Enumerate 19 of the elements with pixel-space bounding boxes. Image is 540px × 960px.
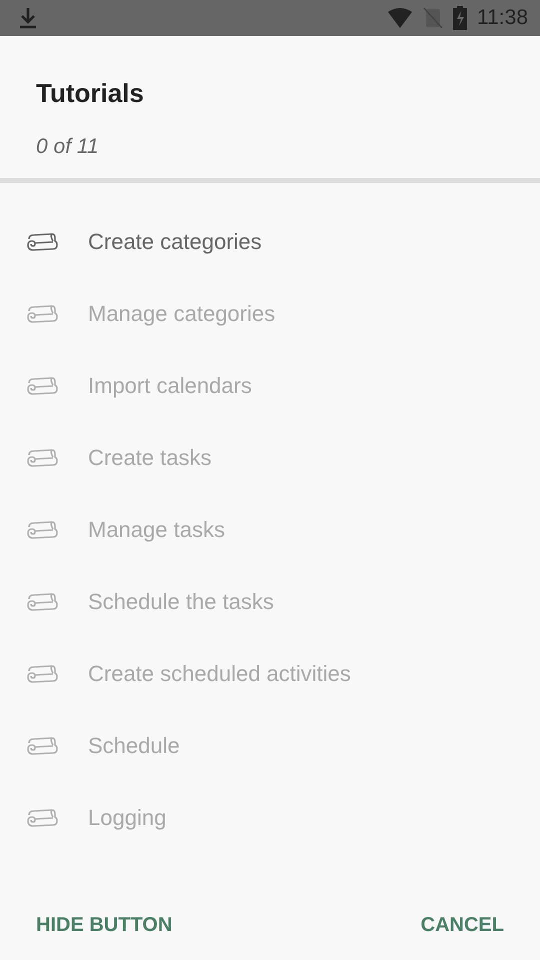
clock-time: 11:38 [477, 6, 528, 30]
scroll-icon [26, 233, 58, 251]
scroll-icon [26, 809, 58, 827]
scroll-icon [26, 521, 58, 539]
tutorial-item[interactable]: Create categories [0, 206, 540, 278]
scroll-icon [26, 665, 58, 683]
scroll-icon [26, 377, 58, 395]
download-icon [18, 7, 38, 29]
wifi-icon [387, 7, 413, 29]
hide-button[interactable]: HIDE BUTTON [36, 914, 172, 936]
dialog-title: Tutorials [36, 78, 145, 109]
battery-icon [453, 6, 467, 30]
no-sim-icon [423, 7, 443, 29]
cancel-button[interactable]: CANCEL [420, 914, 504, 936]
scroll-icon [26, 449, 58, 467]
scroll-icon [26, 737, 58, 755]
scroll-icon [26, 305, 58, 323]
scroll-icon [26, 593, 58, 611]
progress-text: 0 of 11 [36, 135, 100, 159]
